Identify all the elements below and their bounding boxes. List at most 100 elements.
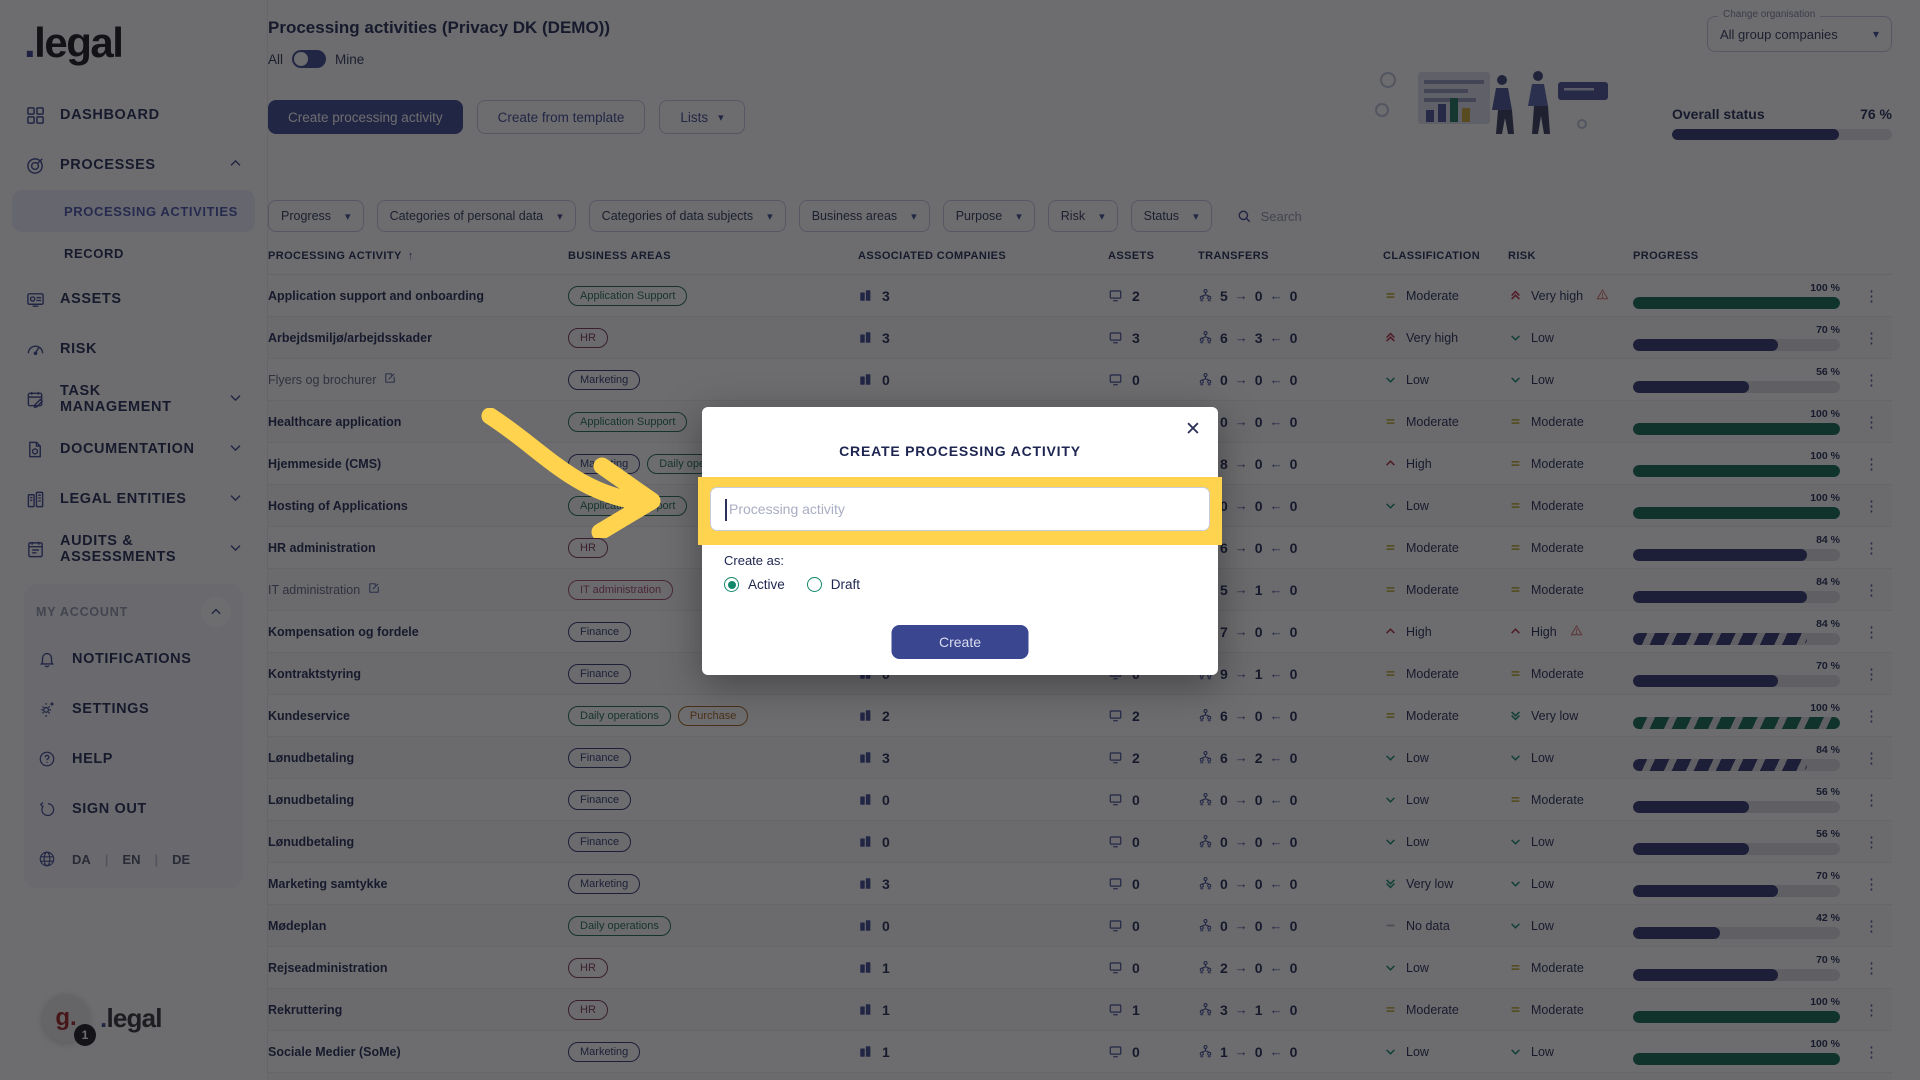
table-row[interactable]: Lønudbetaling Finance 0 0 0 → 0 ← 0 Low Moderate 56… xyxy=(268,778,1892,821)
app-logo[interactable]: .legal xyxy=(0,0,267,90)
radio-active[interactable]: Active xyxy=(724,577,785,592)
table-row[interactable]: TalentudviklingHR000→0←0LowModerate56 %⋮ xyxy=(268,1072,1892,1080)
table-row[interactable]: Flyers og brochurer Marketing 0 0 0 → 0 ← 0 Low Lo… xyxy=(268,358,1892,401)
lang-da[interactable]: DA xyxy=(72,852,91,867)
cell-processing-activity[interactable]: Lønudbetaling xyxy=(268,736,568,779)
filter-progress[interactable]: Progress ▾ xyxy=(268,200,364,232)
chevron-up-icon[interactable] xyxy=(201,597,231,627)
sidebar-item-dashboard[interactable]: DASHBOARD xyxy=(12,90,255,140)
table-row[interactable]: Lønudbetaling Finance 0 0 0 → 0 ← 0 Low Low 56 % ⋮ xyxy=(268,820,1892,863)
column-header-transfers[interactable]: TRANSFERS xyxy=(1198,246,1383,275)
row-actions-menu[interactable]: ⋮ xyxy=(1852,526,1892,569)
chat-avatar[interactable]: g. 1 xyxy=(42,994,96,1046)
processing-activity-input[interactable]: Processing activity xyxy=(710,487,1210,531)
scope-toggle[interactable]: All Mine xyxy=(268,50,364,68)
row-actions-menu[interactable]: ⋮ xyxy=(1852,736,1892,779)
create-from-template-button[interactable]: Create from template xyxy=(476,100,646,134)
filter-categories-of-personal-data[interactable]: Categories of personal data ▾ xyxy=(376,200,576,232)
radio-draft[interactable]: Draft xyxy=(806,577,860,592)
create-processing-activity-button[interactable]: Create processing activity xyxy=(268,100,463,134)
toggle-switch[interactable] xyxy=(292,50,327,68)
sidebar-item-audits-assessments[interactable]: AUDITS & ASSESSMENTS xyxy=(12,524,255,574)
row-actions-menu[interactable]: ⋮ xyxy=(1852,652,1892,695)
sidebar-item-help[interactable]: HELP xyxy=(24,734,243,784)
lists-button[interactable]: Lists ▾ xyxy=(659,100,745,134)
sidebar-item-task-management[interactable]: TASK MANAGEMENT xyxy=(12,374,255,424)
filter-purpose[interactable]: Purpose ▾ xyxy=(942,200,1035,232)
row-actions-menu[interactable]: ⋮ xyxy=(1852,988,1892,1031)
chat-widget[interactable]: g. 1 .legal xyxy=(42,994,162,1046)
cell-processing-activity[interactable]: Mødeplan xyxy=(268,904,568,947)
sidebar-item-documentation[interactable]: DOCUMENTATION xyxy=(12,424,255,474)
cell-processing-activity[interactable]: Kontraktstyring xyxy=(268,652,568,695)
table-row[interactable]: Sociale Medier (SoMe) Marketing 1 0 1 → 0 ← 0 Low… xyxy=(268,1030,1892,1073)
column-header-classification[interactable]: CLASSIFICATION xyxy=(1383,246,1508,275)
row-actions-menu[interactable]: ⋮ xyxy=(1852,904,1892,947)
row-actions-menu[interactable]: ⋮ xyxy=(1852,484,1892,527)
cell-processing-activity[interactable]: Application support and onboarding xyxy=(268,274,568,317)
column-header-assets[interactable]: ASSETS xyxy=(1108,246,1198,275)
sidebar-item-assets[interactable]: ASSETS xyxy=(12,274,255,324)
table-row[interactable]: Arbejdsmiljø/arbejdsskader HR 3 3 6 → 3 ← 0 Very … xyxy=(268,316,1892,359)
cell-processing-activity[interactable]: Lønudbetaling xyxy=(268,778,568,821)
column-header-associated-companies[interactable]: ASSOCIATED COMPANIES xyxy=(858,246,1108,275)
row-actions-menu[interactable]: ⋮ xyxy=(1852,946,1892,989)
sidebar-item-processing-activities[interactable]: PROCESSING ACTIVITIES xyxy=(12,190,255,232)
cell-processing-activity[interactable]: Flyers og brochurer xyxy=(268,358,568,401)
column-header-processing-activity[interactable]: PROCESSING ACTIVITY ↑ xyxy=(268,246,568,275)
cell-processing-activity[interactable]: Talentudvikling xyxy=(268,1072,568,1080)
cell-processing-activity[interactable]: Arbejdsmiljø/arbejdsskader xyxy=(268,316,568,359)
cell-processing-activity[interactable]: Lønudbetaling xyxy=(268,820,568,863)
filter-business-areas[interactable]: Business areas ▾ xyxy=(798,200,930,232)
cell-processing-activity[interactable]: IT administration xyxy=(268,568,568,611)
column-header-business-areas[interactable]: BUSINESS AREAS xyxy=(568,246,858,275)
row-actions-menu[interactable]: ⋮ xyxy=(1852,1030,1892,1073)
cell-processing-activity[interactable]: Marketing samtykke xyxy=(268,862,568,905)
row-actions-menu[interactable]: ⋮ xyxy=(1852,442,1892,485)
cell-processing-activity[interactable]: Rekruttering xyxy=(268,988,568,1031)
row-actions-menu[interactable]: ⋮ xyxy=(1852,1072,1892,1080)
search-input[interactable]: Search xyxy=(1225,200,1892,232)
row-actions-menu[interactable]: ⋮ xyxy=(1852,778,1892,821)
sidebar-item-record[interactable]: RECORD xyxy=(12,232,255,274)
kebab-menu-icon: ⋮ xyxy=(1864,581,1880,599)
filter-risk[interactable]: Risk ▾ xyxy=(1047,200,1118,232)
row-actions-menu[interactable]: ⋮ xyxy=(1852,610,1892,653)
column-header-risk[interactable]: RISK xyxy=(1508,246,1633,275)
cell-processing-activity[interactable]: Kompensation og fordele xyxy=(268,610,568,653)
sidebar-item-sign-out[interactable]: SIGN OUT xyxy=(24,784,243,834)
lang-en[interactable]: EN xyxy=(122,852,140,867)
close-icon[interactable]: ✕ xyxy=(1182,419,1204,441)
table-row[interactable]: Kundeservice Daily operations Purchase 2 2 6 →… xyxy=(268,694,1892,737)
row-actions-menu[interactable]: ⋮ xyxy=(1852,862,1892,905)
row-actions-menu[interactable]: ⋮ xyxy=(1852,568,1892,611)
cell-processing-activity[interactable]: Sociale Medier (SoMe) xyxy=(268,1030,568,1073)
sidebar-item-label: SETTINGS xyxy=(72,701,150,717)
column-header-progress[interactable]: PROGRESS xyxy=(1633,246,1852,275)
table-row[interactable]: Application support and onboarding Applic… xyxy=(268,274,1892,317)
my-account-header[interactable]: MY ACCOUNT xyxy=(24,590,243,634)
sidebar-item-processes[interactable]: PROCESSES xyxy=(12,140,255,190)
sidebar-item-settings[interactable]: SETTINGS xyxy=(24,684,243,734)
lang-de[interactable]: DE xyxy=(172,852,190,867)
table-row[interactable]: Lønudbetaling Finance 3 2 6 → 2 ← 0 Low Low 84 % ⋮ xyxy=(268,736,1892,779)
row-actions-menu[interactable]: ⋮ xyxy=(1852,274,1892,317)
table-row[interactable]: Rejseadministration HR 1 0 2 → 0 ← 0 Low Moderate 7… xyxy=(268,946,1892,989)
table-row[interactable]: Rekruttering HR 1 1 3 → 1 ← 0 Moderate Moderate 100… xyxy=(268,988,1892,1031)
organisation-select[interactable]: Change organisation All group companies … xyxy=(1707,9,1892,52)
modal-create-button[interactable]: Create xyxy=(891,625,1029,659)
sidebar-item-legal-entities[interactable]: LEGAL ENTITIES xyxy=(12,474,255,524)
table-row[interactable]: Marketing samtykke Marketing 3 0 0 → 0 ← 0 Very l… xyxy=(268,862,1892,905)
row-actions-menu[interactable]: ⋮ xyxy=(1852,820,1892,863)
filter-categories-of-data-subjects[interactable]: Categories of data subjects ▾ xyxy=(588,200,786,232)
table-row[interactable]: Mødeplan Daily operations 0 0 0 → 0 ← 0 No data Lo… xyxy=(268,904,1892,947)
cell-processing-activity[interactable]: Rejseadministration xyxy=(268,946,568,989)
filter-status[interactable]: Status ▾ xyxy=(1130,200,1212,232)
cell-processing-activity[interactable]: Kundeservice xyxy=(268,694,568,737)
row-actions-menu[interactable]: ⋮ xyxy=(1852,694,1892,737)
row-actions-menu[interactable]: ⋮ xyxy=(1852,358,1892,401)
sidebar-item-notifications[interactable]: NOTIFICATIONS xyxy=(24,634,243,684)
sidebar-item-risk[interactable]: RISK xyxy=(12,324,255,374)
row-actions-menu[interactable]: ⋮ xyxy=(1852,316,1892,359)
row-actions-menu[interactable]: ⋮ xyxy=(1852,400,1892,443)
